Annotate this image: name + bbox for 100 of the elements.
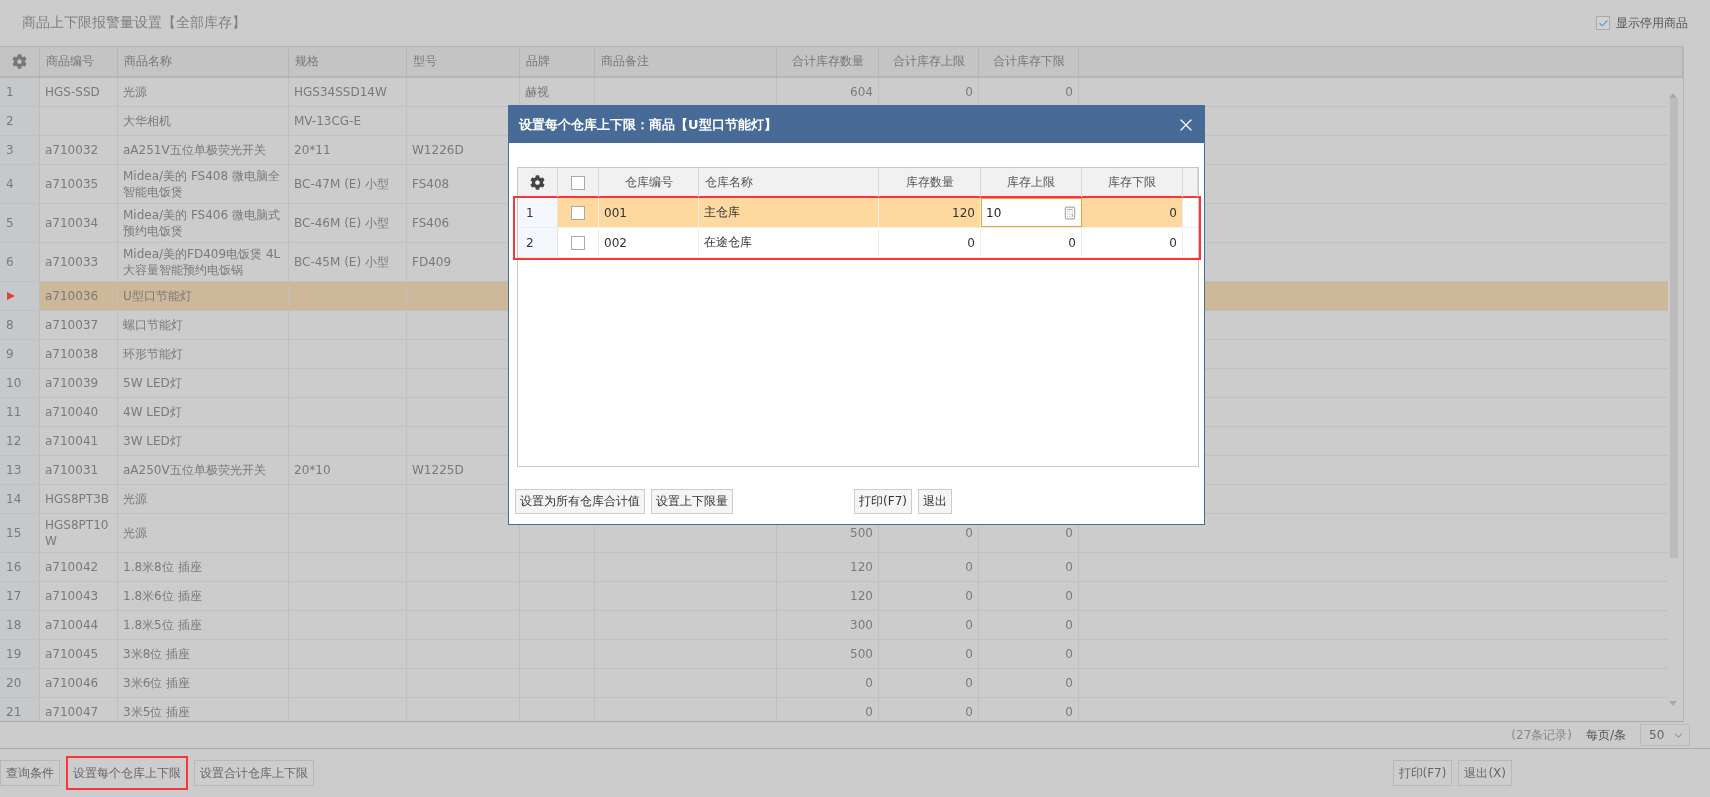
column-header[interactable]: 品牌 (520, 47, 595, 76)
row-pointer-icon (6, 291, 16, 301)
table-cell: 3米6位 插座 (123, 675, 191, 691)
column-header[interactable]: 库存下限 (1082, 168, 1183, 197)
row-number: 12 (6, 434, 22, 448)
table-cell: HGS-SSD (45, 84, 100, 100)
row-number: 19 (6, 647, 22, 661)
table-cell: 0 (965, 704, 973, 720)
table-cell: 0 (865, 704, 873, 720)
dialog-button[interactable]: 打印(F7) (854, 489, 912, 514)
number-input[interactable]: 10 (981, 198, 1082, 227)
table-cell: 4W LED灯 (123, 404, 182, 420)
row-checkbox[interactable] (571, 205, 585, 220)
table-cell: a710033 (45, 254, 99, 270)
table-cell: 光源 (123, 84, 147, 100)
table-cell: 300 (850, 617, 873, 633)
calculator-icon[interactable] (1063, 205, 1077, 220)
scroll-down-icon[interactable] (1668, 701, 1678, 707)
table-cell: 3米8位 插座 (123, 646, 191, 662)
table-cell: 120 (952, 205, 975, 220)
column-header[interactable]: 仓库名称 (699, 168, 879, 197)
toolbar-button[interactable]: 打印(F7) (1392, 760, 1453, 786)
row-number: 3 (6, 143, 14, 157)
column-header[interactable]: 合计库存数量 (777, 47, 879, 76)
column-header[interactable]: 库存数量 (879, 168, 981, 197)
table-cell: 光源 (123, 491, 147, 507)
table-cell: a710040 (45, 404, 99, 420)
column-header[interactable]: 合计库存下限 (979, 47, 1079, 76)
table-row[interactable]: 20 a710046 3米6位 插座 0 0 0 (0, 669, 1668, 698)
row-number: 14 (6, 492, 22, 506)
dialog-button[interactable]: 设置上下限量 (651, 489, 733, 514)
column-header[interactable]: 仓库编号 (599, 168, 699, 197)
table-cell: a710037 (45, 317, 99, 333)
table-cell: 0 (965, 617, 973, 633)
settings-icon[interactable] (530, 175, 545, 190)
table-cell: 20*11 (294, 142, 331, 158)
table-row[interactable]: 16 a710042 1.8米8位 插座 120 0 0 (0, 553, 1668, 582)
dialog-button[interactable]: 退出 (918, 489, 952, 514)
scrollbar[interactable] (1668, 92, 1680, 707)
table-cell: 0 (967, 235, 975, 250)
table-row[interactable]: 1 001 主仓库 120 10 0 (518, 198, 1198, 228)
column-header[interactable]: 商品备注 (595, 47, 777, 76)
table-row[interactable]: 17 a710043 1.8米6位 插座 120 0 0 (0, 582, 1668, 611)
toolbar-button[interactable]: 退出(X) (1458, 760, 1512, 786)
column-header[interactable]: 商品编号 (40, 47, 118, 76)
table-cell: 螺口节能灯 (123, 317, 183, 333)
dialog-title: 设置每个仓库上下限：商品【U型口节能灯】 (519, 115, 777, 134)
table-cell: 大华相机 (123, 113, 171, 129)
table-cell: 0 (1068, 235, 1076, 250)
table-cell: BC-45M (E) 小型 (294, 254, 389, 270)
table-row[interactable]: 19 a710045 3米8位 插座 500 0 0 (0, 640, 1668, 669)
column-header[interactable]: 商品名称 (118, 47, 289, 76)
table-cell: 002 (604, 235, 627, 250)
table-cell: 0 (1169, 235, 1177, 250)
table-cell: 0 (965, 84, 973, 100)
table-cell: 主仓库 (704, 204, 740, 221)
row-number: 1 (6, 85, 14, 99)
table-cell: 赫视 (525, 84, 549, 100)
dialog-button[interactable]: 设置为所有仓库合计值 (515, 489, 645, 514)
column-header[interactable]: 型号 (407, 47, 520, 76)
table-cell: 0 (1065, 588, 1073, 604)
check-icon (1597, 17, 1609, 29)
table-cell: 0 (1065, 559, 1073, 575)
row-number: 9 (6, 347, 14, 361)
column-header[interactable]: 规格 (289, 47, 407, 76)
table-cell: a710034 (45, 215, 99, 231)
toolbar-button[interactable]: 设置合计仓库上下限 (194, 760, 314, 786)
table-cell: FD409 (412, 254, 452, 270)
row-number: 2 (526, 235, 534, 250)
row-checkbox[interactable] (571, 235, 585, 250)
column-header[interactable]: 库存上限 (981, 168, 1082, 197)
table-cell: 20*10 (294, 462, 331, 478)
table-cell: MV-13CG-E (294, 113, 362, 129)
table-row[interactable]: 2 002 在途仓库 0 0 0 (518, 228, 1198, 258)
row-number: 1 (526, 205, 534, 220)
table-row[interactable]: 18 a710044 1.8米5位 插座 300 0 0 (0, 611, 1668, 640)
select-all-checkbox[interactable] (571, 175, 585, 190)
table-cell: 0 (1169, 205, 1177, 220)
table-cell: 0 (1065, 675, 1073, 691)
table-cell: a710038 (45, 346, 99, 362)
table-cell: a710032 (45, 142, 99, 158)
table-cell: HGS34SSD14W (294, 84, 387, 100)
table-cell: aA250V五位单极荧光开关 (123, 462, 266, 478)
toolbar-button[interactable]: 设置每个仓库上下限 (66, 756, 188, 790)
toolbar-button[interactable]: 查询条件 (0, 760, 60, 786)
page-size-select[interactable]: 50 (1640, 724, 1690, 746)
table-cell: 环形节能灯 (123, 346, 183, 362)
table-cell: a710043 (45, 588, 99, 604)
table-cell: a710031 (45, 462, 99, 478)
table-cell: 1.8米5位 插座 (123, 617, 202, 633)
table-cell-text: HGS8PT10W (45, 517, 110, 549)
table-cell: HGS8PT3B (45, 491, 109, 507)
row-number: 10 (6, 376, 22, 390)
table-cell: a710047 (45, 704, 99, 720)
table-cell: 1.8米6位 插座 (123, 588, 202, 604)
table-row[interactable]: 1 HGS-SSD 光源 HGS34SSD14W 赫视 604 0 0 (0, 78, 1668, 107)
table-cell: 0 (1065, 84, 1073, 100)
table-cell: 0 (1065, 704, 1073, 720)
row-number: 11 (6, 405, 22, 419)
table-cell: W1226D (412, 142, 464, 158)
